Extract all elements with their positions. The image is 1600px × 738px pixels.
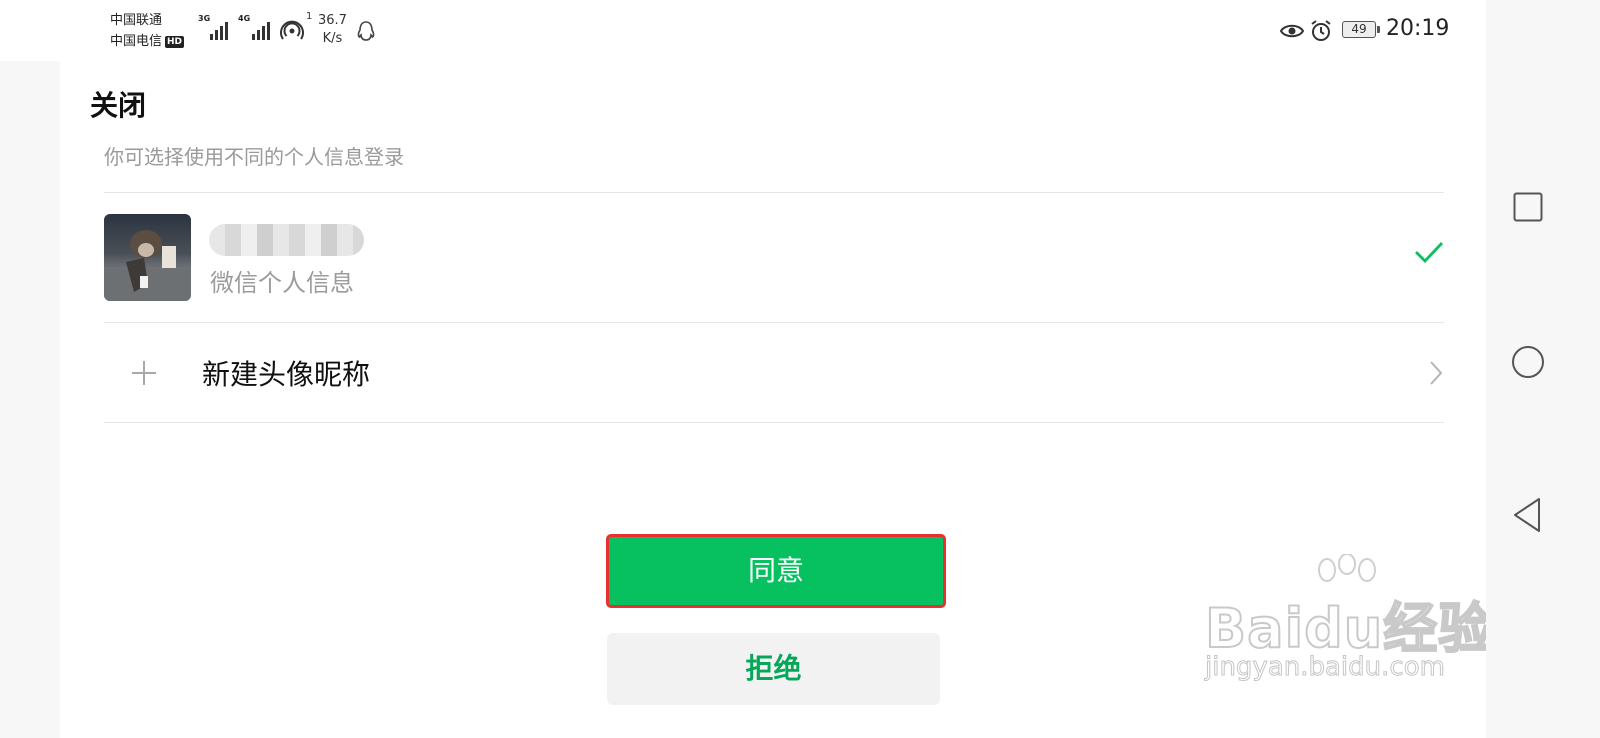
new-profile-label: 新建头像昵称 (202, 358, 371, 391)
carrier-info: 中国联通 中国电信 HD (110, 10, 185, 52)
reject-button[interactable]: 拒绝 (607, 633, 940, 705)
divider (104, 422, 1444, 423)
new-profile-option[interactable]: 新建头像昵称 (104, 323, 1444, 422)
square-nav-icon[interactable] (1513, 192, 1543, 222)
carrier-2-line: 中国电信 HD (110, 31, 185, 52)
net-speed-unit: K/s (322, 31, 343, 46)
account-subtitle: 微信个人信息 (210, 269, 354, 297)
eye-icon (1280, 24, 1304, 38)
baidu-watermark: Baidu经验 jingyan.baidu.com (1204, 554, 1495, 696)
avatar (104, 214, 191, 301)
signal-3g-label: 3G (198, 14, 211, 23)
carrier-1: 中国联通 (110, 13, 163, 28)
triangle-nav-icon[interactable] (1512, 497, 1542, 533)
signal-4g-label: 4G (238, 14, 251, 23)
carrier-2: 中国电信 (110, 34, 163, 49)
circle-nav-icon[interactable] (1511, 345, 1545, 379)
signal-4g-icon: 4G (238, 14, 274, 40)
hotspot-count: 1 (306, 11, 313, 22)
net-speed-value: 36.7 (318, 13, 347, 28)
hotspot-icon (280, 20, 304, 40)
signal-3g-icon: 3G (198, 14, 232, 40)
alarm-icon (1311, 20, 1331, 41)
battery-indicator: 49 (1342, 21, 1380, 38)
nickname-blurred (209, 224, 364, 256)
chevron-right-icon (1430, 361, 1443, 385)
account-option-wechat[interactable]: 微信个人信息 (104, 193, 1444, 323)
status-bar: 中国联通 中国电信 HD 3G 4G 1 36.7 K/s 49 20:19 (0, 0, 1516, 61)
check-icon (1415, 242, 1444, 264)
watermark-url: jingyan.baidu.com (1205, 652, 1446, 683)
qq-icon (357, 21, 375, 41)
sheet-subtitle: 你可选择使用不同的个人信息登录 (104, 145, 404, 167)
net-speed: 36.7 K/s (318, 12, 347, 48)
agree-button[interactable]: 同意 (606, 534, 946, 608)
close-button[interactable]: 关闭 (90, 84, 146, 124)
system-nav-bar (1486, 0, 1600, 738)
hd-badge: HD (165, 36, 185, 48)
clock: 20:19 (1386, 16, 1450, 41)
plus-icon (132, 361, 156, 385)
